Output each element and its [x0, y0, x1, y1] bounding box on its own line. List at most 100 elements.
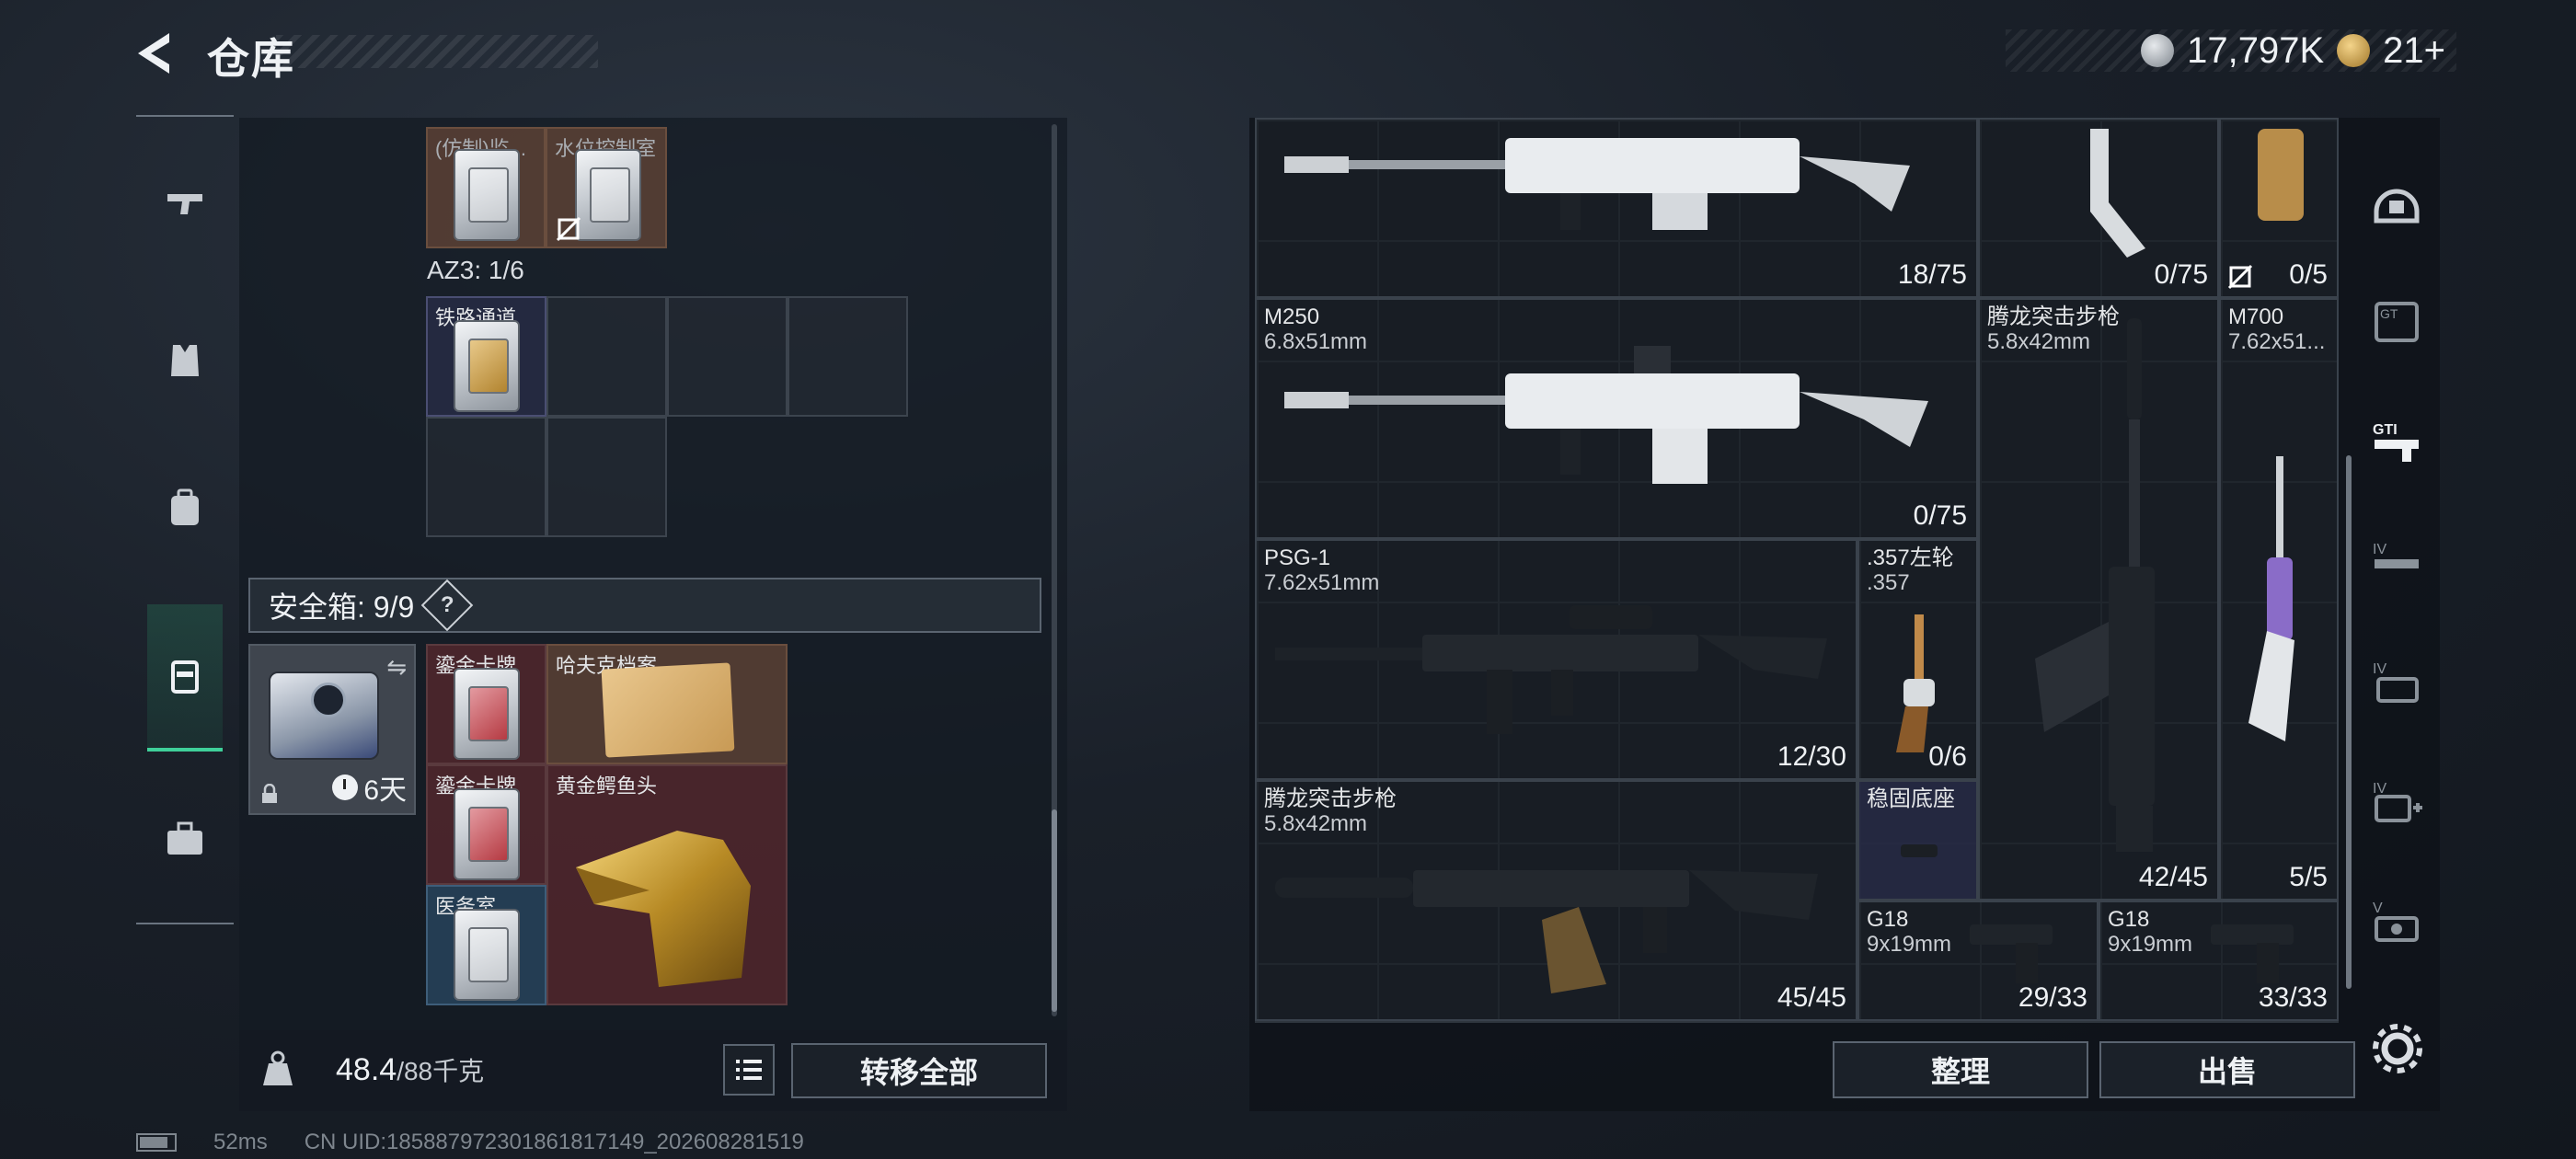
carry-weight: 48.4/88千克	[336, 1051, 484, 1088]
nav-armor-tab[interactable]	[136, 315, 234, 407]
weapon-item-tenglong-vertical[interactable]: 腾龙突击步枪 5.8x42mm 42/45	[1978, 298, 2219, 901]
weapon-item-lmg-top[interactable]: 18/75	[1255, 118, 1978, 298]
left-category-nav	[136, 115, 234, 924]
ammo-count: 33/33	[2258, 982, 2328, 1013]
weapon-item-g18-1[interactable]: G18 9x19mm 29/33	[1857, 901, 2099, 1021]
empty-slot[interactable]	[667, 296, 788, 417]
gold-coin-icon	[2337, 34, 2371, 67]
empty-slot[interactable]	[426, 417, 546, 537]
help-icon: ?	[440, 591, 454, 617]
right-nav-scrollbar[interactable]	[2346, 455, 2352, 989]
az3-capacity-label: AZ3: 1/6	[427, 256, 524, 284]
weapon-name: 腾龙突击步枪	[1264, 786, 1397, 811]
vest-icon	[171, 345, 199, 376]
weapon-name: PSG-1	[1264, 545, 1331, 570]
container-icon	[171, 660, 199, 694]
list-icon	[736, 1060, 762, 1080]
rnav-iv[interactable]: IV	[2353, 506, 2440, 616]
ammo-count: 12/30	[1777, 741, 1846, 772]
m700-image	[2248, 456, 2294, 741]
nav-weapon-tab[interactable]	[136, 158, 234, 250]
iv-icon: IV	[2373, 542, 2419, 568]
psg1-image	[1275, 605, 1827, 734]
ammo-count: 5/5	[2289, 862, 2328, 892]
backpack-icon	[171, 488, 199, 525]
gti-icon: GTI	[2373, 422, 2419, 462]
nav-backpack-tab[interactable]	[136, 462, 234, 554]
attachment-stock[interactable]: 0/75	[1978, 118, 2219, 298]
item-golden-croc-head[interactable]: 黄金鳄鱼头	[546, 764, 788, 1005]
ammo-count: 29/33	[2018, 982, 2087, 1013]
weapon-caliber: 9x19mm	[1867, 932, 1952, 957]
keycard-icon	[454, 149, 520, 241]
briefcase-icon	[167, 821, 202, 855]
back-arrow-icon	[138, 33, 169, 74]
attachment-name: 稳固底座	[1867, 786, 1955, 811]
nav-case-tab[interactable]	[136, 793, 234, 885]
ammo-count: 45/45	[1777, 982, 1846, 1013]
ammo-count: 18/75	[1897, 259, 1967, 290]
page-title: 仓库	[207, 35, 295, 83]
ammo-count: 42/45	[2138, 862, 2208, 892]
swap-icon[interactable]: ⇋	[386, 653, 407, 682]
battery-icon	[136, 1133, 177, 1152]
transfer-all-button[interactable]: 转移全部	[791, 1043, 1047, 1098]
nav-safebox-tab[interactable]	[147, 604, 223, 752]
weapon-name: .357左轮	[1867, 545, 1954, 570]
item-infirmary-card[interactable]: 医务室	[426, 885, 546, 1005]
weapon-item-tenglong-horizontal[interactable]: 腾龙突击步枪 5.8x42mm 45/45	[1255, 780, 1857, 1021]
sell-button[interactable]: 出售	[2099, 1041, 2355, 1098]
weight-value: 48.4	[336, 1052, 397, 1087]
uid-text: CN UID:1858879723018618171­49_2026082815…	[304, 1130, 804, 1154]
tenglong-vertical-image	[2035, 318, 2155, 852]
rnav-gt[interactable]: GT	[2353, 267, 2440, 377]
rnav-iv-plus[interactable]: IV	[2353, 745, 2440, 855]
iv-folder-icon: IV	[2373, 661, 2419, 703]
keycard-icon	[454, 320, 520, 412]
expiry-timer: 6天	[332, 767, 407, 808]
title-stripe	[276, 35, 598, 68]
item-gilded-card-2[interactable]: 鎏金卡牌	[426, 764, 546, 885]
stock-image	[2090, 129, 2145, 258]
svg-text:IV: IV	[2373, 661, 2386, 677]
helmet-icon	[2374, 189, 2420, 224]
help-button[interactable]: ?	[420, 579, 474, 632]
rnav-iv-folder[interactable]: IV	[2353, 625, 2440, 736]
list-view-button[interactable]	[723, 1044, 775, 1096]
keycard-icon	[575, 149, 641, 241]
weapon-item-g18-2[interactable]: G18 9x19mm 33/33	[2099, 901, 2339, 1021]
empty-slot[interactable]	[546, 417, 667, 537]
svg-text:V: V	[2373, 901, 2383, 916]
v-icon: V	[2373, 901, 2419, 942]
empty-slot[interactable]	[546, 296, 667, 417]
attachment-stable-base[interactable]: 稳固底座	[1857, 780, 1978, 901]
silver-currency-value: 17,797K	[2187, 29, 2325, 71]
keycard-icon	[454, 668, 520, 760]
empty-slot[interactable]	[788, 296, 908, 417]
stash-scroll-thumb[interactable]	[1052, 809, 1057, 1012]
rnav-v[interactable]: V	[2353, 865, 2440, 975]
tenglong-horizontal-image	[1275, 870, 1818, 993]
m250-image	[1284, 346, 1928, 484]
settings-gear-icon[interactable]	[2372, 1023, 2423, 1074]
item-card-1[interactable]: (仿制)监...	[426, 127, 546, 248]
sort-button[interactable]: 整理	[1833, 1041, 2088, 1098]
status-bar: 52ms CN UID:1858879723018618171­49_20260…	[136, 1130, 804, 1155]
golden-croc-head-image	[576, 831, 751, 987]
item-gilded-card-1[interactable]: 鎏金卡牌	[426, 644, 546, 764]
lmg-image	[1284, 138, 1910, 230]
item-card-2[interactable]: 水位控制室	[546, 127, 667, 248]
rnav-gti[interactable]: GTI	[2353, 386, 2440, 497]
back-button[interactable]	[129, 26, 184, 81]
weapon-item-357-revolver[interactable]: .357左轮 .357 0/6	[1857, 539, 1978, 780]
safebox-container[interactable]: ⇋ 6天	[248, 644, 416, 815]
gt-icon: GT	[2375, 302, 2419, 342]
weapon-item-m700[interactable]: M700 7.62x51... 5/5	[2219, 298, 2339, 901]
weapon-item-m250[interactable]: M250 6.8x51mm 0/75	[1255, 298, 1978, 539]
item-card-railway[interactable]: 铁路通道	[426, 296, 546, 417]
rnav-full-kit[interactable]	[2353, 147, 2440, 258]
item-haffk-archive[interactable]: 哈夫克档案	[546, 644, 788, 764]
weapon-item-psg1[interactable]: PSG-1 7.62x51mm 12/30	[1255, 539, 1857, 780]
weapon-name: G18	[1867, 907, 1909, 932]
attachment-grip[interactable]: 0/5	[2219, 118, 2339, 298]
